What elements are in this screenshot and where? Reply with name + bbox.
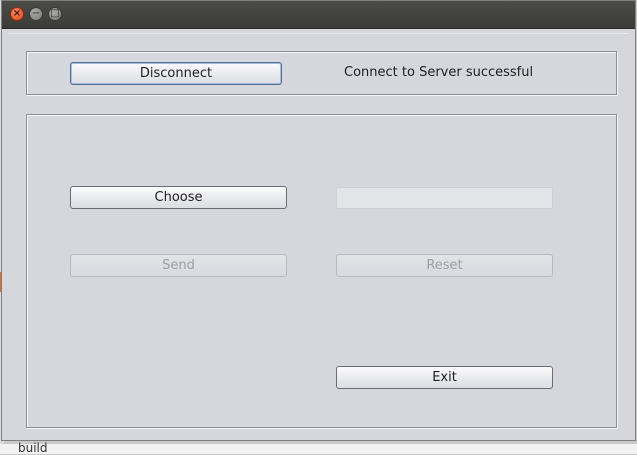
send-button[interactable]: Send: [70, 254, 287, 277]
file-path-field[interactable]: [336, 187, 553, 209]
connection-status-text: Connect to Server successful: [344, 65, 534, 80]
maximize-icon[interactable]: □: [48, 7, 62, 21]
choose-button[interactable]: Choose: [70, 186, 287, 209]
minimize-icon[interactable]: −: [29, 7, 43, 21]
app-window: × − □ Disconnect Connect to Server succe…: [1, 0, 636, 441]
connection-panel: Disconnect Connect to Server successful: [26, 51, 617, 95]
reset-button[interactable]: Reset: [336, 254, 553, 277]
window-content: Disconnect Connect to Server successful …: [8, 33, 628, 439]
file-transfer-panel: Choose Send Reset Exit: [26, 114, 617, 428]
background-file-list: [0, 444, 637, 454]
background-folder-label: build: [18, 441, 48, 455]
title-bar[interactable]: × − □: [2, 1, 635, 29]
close-icon[interactable]: ×: [10, 7, 24, 21]
disconnect-button[interactable]: Disconnect: [70, 62, 282, 85]
exit-button[interactable]: Exit: [336, 366, 553, 389]
